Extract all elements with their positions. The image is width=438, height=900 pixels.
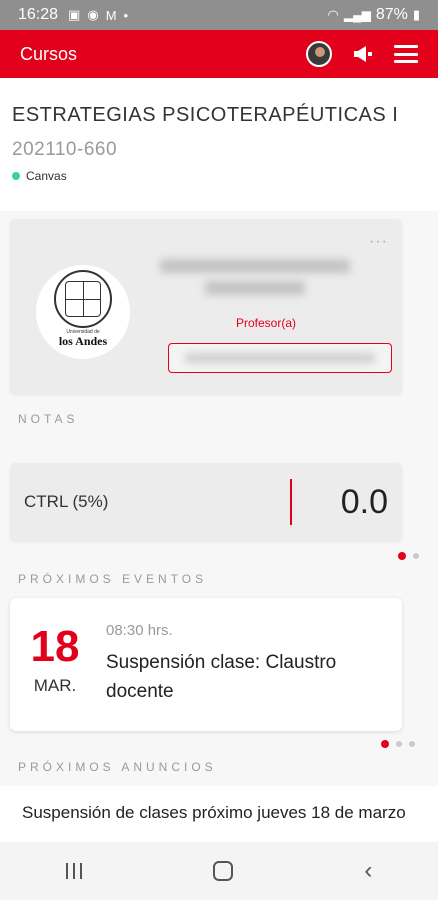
university-logo: Universidad de los Andes xyxy=(36,265,130,359)
system-nav-bar: ‹ xyxy=(0,842,438,900)
image-icon: ▣ xyxy=(68,7,81,22)
status-bar: 16:28 ▣ ◉ M • ◠ ▂▄▆ 87% ▮ xyxy=(0,0,438,30)
events-pager[interactable] xyxy=(381,740,415,748)
logo-name: los Andes xyxy=(58,333,108,348)
pager-dot-active[interactable] xyxy=(381,740,389,748)
grade-card[interactable]: CTRL (5%) 0.0 xyxy=(10,463,402,541)
teacher-role: Profesor(a) xyxy=(235,316,297,330)
megaphone-icon[interactable] xyxy=(352,44,374,64)
course-code: 202110-660 xyxy=(12,139,118,160)
grade-divider xyxy=(290,479,292,525)
announcement-card[interactable]: Suspensión de clases próximo jueves 18 d… xyxy=(0,786,438,842)
events-section-label: PRÓXIMOS EVENTOS xyxy=(18,572,208,586)
more-options-icon[interactable]: ··· xyxy=(369,233,388,251)
gmail-icon: M xyxy=(105,7,117,23)
recent-apps-icon[interactable] xyxy=(65,863,82,879)
pager-dot-active[interactable] xyxy=(398,552,406,560)
event-title: Suspensión clase: Claustro docente xyxy=(106,652,337,702)
home-icon[interactable] xyxy=(212,861,233,881)
chrome-icon: ◉ xyxy=(87,7,99,22)
event-month: MAR. xyxy=(33,676,77,695)
pager-dot[interactable] xyxy=(413,553,419,559)
course-title: ESTRATEGIAS PSICOTERAPÉUTICAS I xyxy=(12,104,399,126)
announcements-section-label: PRÓXIMOS ANUNCIOS xyxy=(18,760,217,774)
teacher-card[interactable]: ··· Universidad de los Andes Profesor(a) xyxy=(10,219,402,394)
grade-name: CTRL (5%) xyxy=(24,492,109,511)
event-day: 18 xyxy=(30,622,80,671)
signal-icon: ▂▄▆ xyxy=(343,8,371,22)
battery-percent: 87% xyxy=(375,6,408,23)
grades-pager[interactable] xyxy=(398,552,419,560)
teacher-name-redacted xyxy=(160,259,350,303)
teacher-email-button[interactable] xyxy=(168,343,392,373)
status-time: 16:28 xyxy=(18,6,59,23)
app-bar: Cursos xyxy=(0,30,438,78)
wifi-icon: ◠ xyxy=(327,7,339,22)
pager-dot[interactable] xyxy=(409,741,415,747)
grades-section-label: NOTAS xyxy=(18,412,79,426)
platform-label: Canvas xyxy=(26,169,67,183)
app-title: Cursos xyxy=(20,43,78,64)
event-card[interactable]: 18 MAR. 08:30 hrs. Suspensión clase: Cla… xyxy=(10,598,402,731)
back-icon[interactable]: ‹ xyxy=(364,857,372,885)
platform-indicator: Canvas xyxy=(12,169,426,183)
course-header: ESTRATEGIAS PSICOTERAPÉUTICAS I 202110-6… xyxy=(0,78,438,211)
platform-status-dot xyxy=(12,172,20,180)
pager-dot[interactable] xyxy=(396,741,402,747)
battery-icon: ▮ xyxy=(412,7,420,22)
grade-value: 0.0 xyxy=(340,482,388,521)
dot-icon: • xyxy=(123,7,129,23)
announcement-text: Suspensión de clases próximo jueves 18 d… xyxy=(22,803,406,822)
main-content: ESTRATEGIAS PSICOTERAPÉUTICAS I 202110-6… xyxy=(0,78,438,842)
menu-icon[interactable] xyxy=(394,45,418,63)
avatar[interactable] xyxy=(306,41,332,67)
event-time: 08:30 hrs. xyxy=(106,622,173,639)
